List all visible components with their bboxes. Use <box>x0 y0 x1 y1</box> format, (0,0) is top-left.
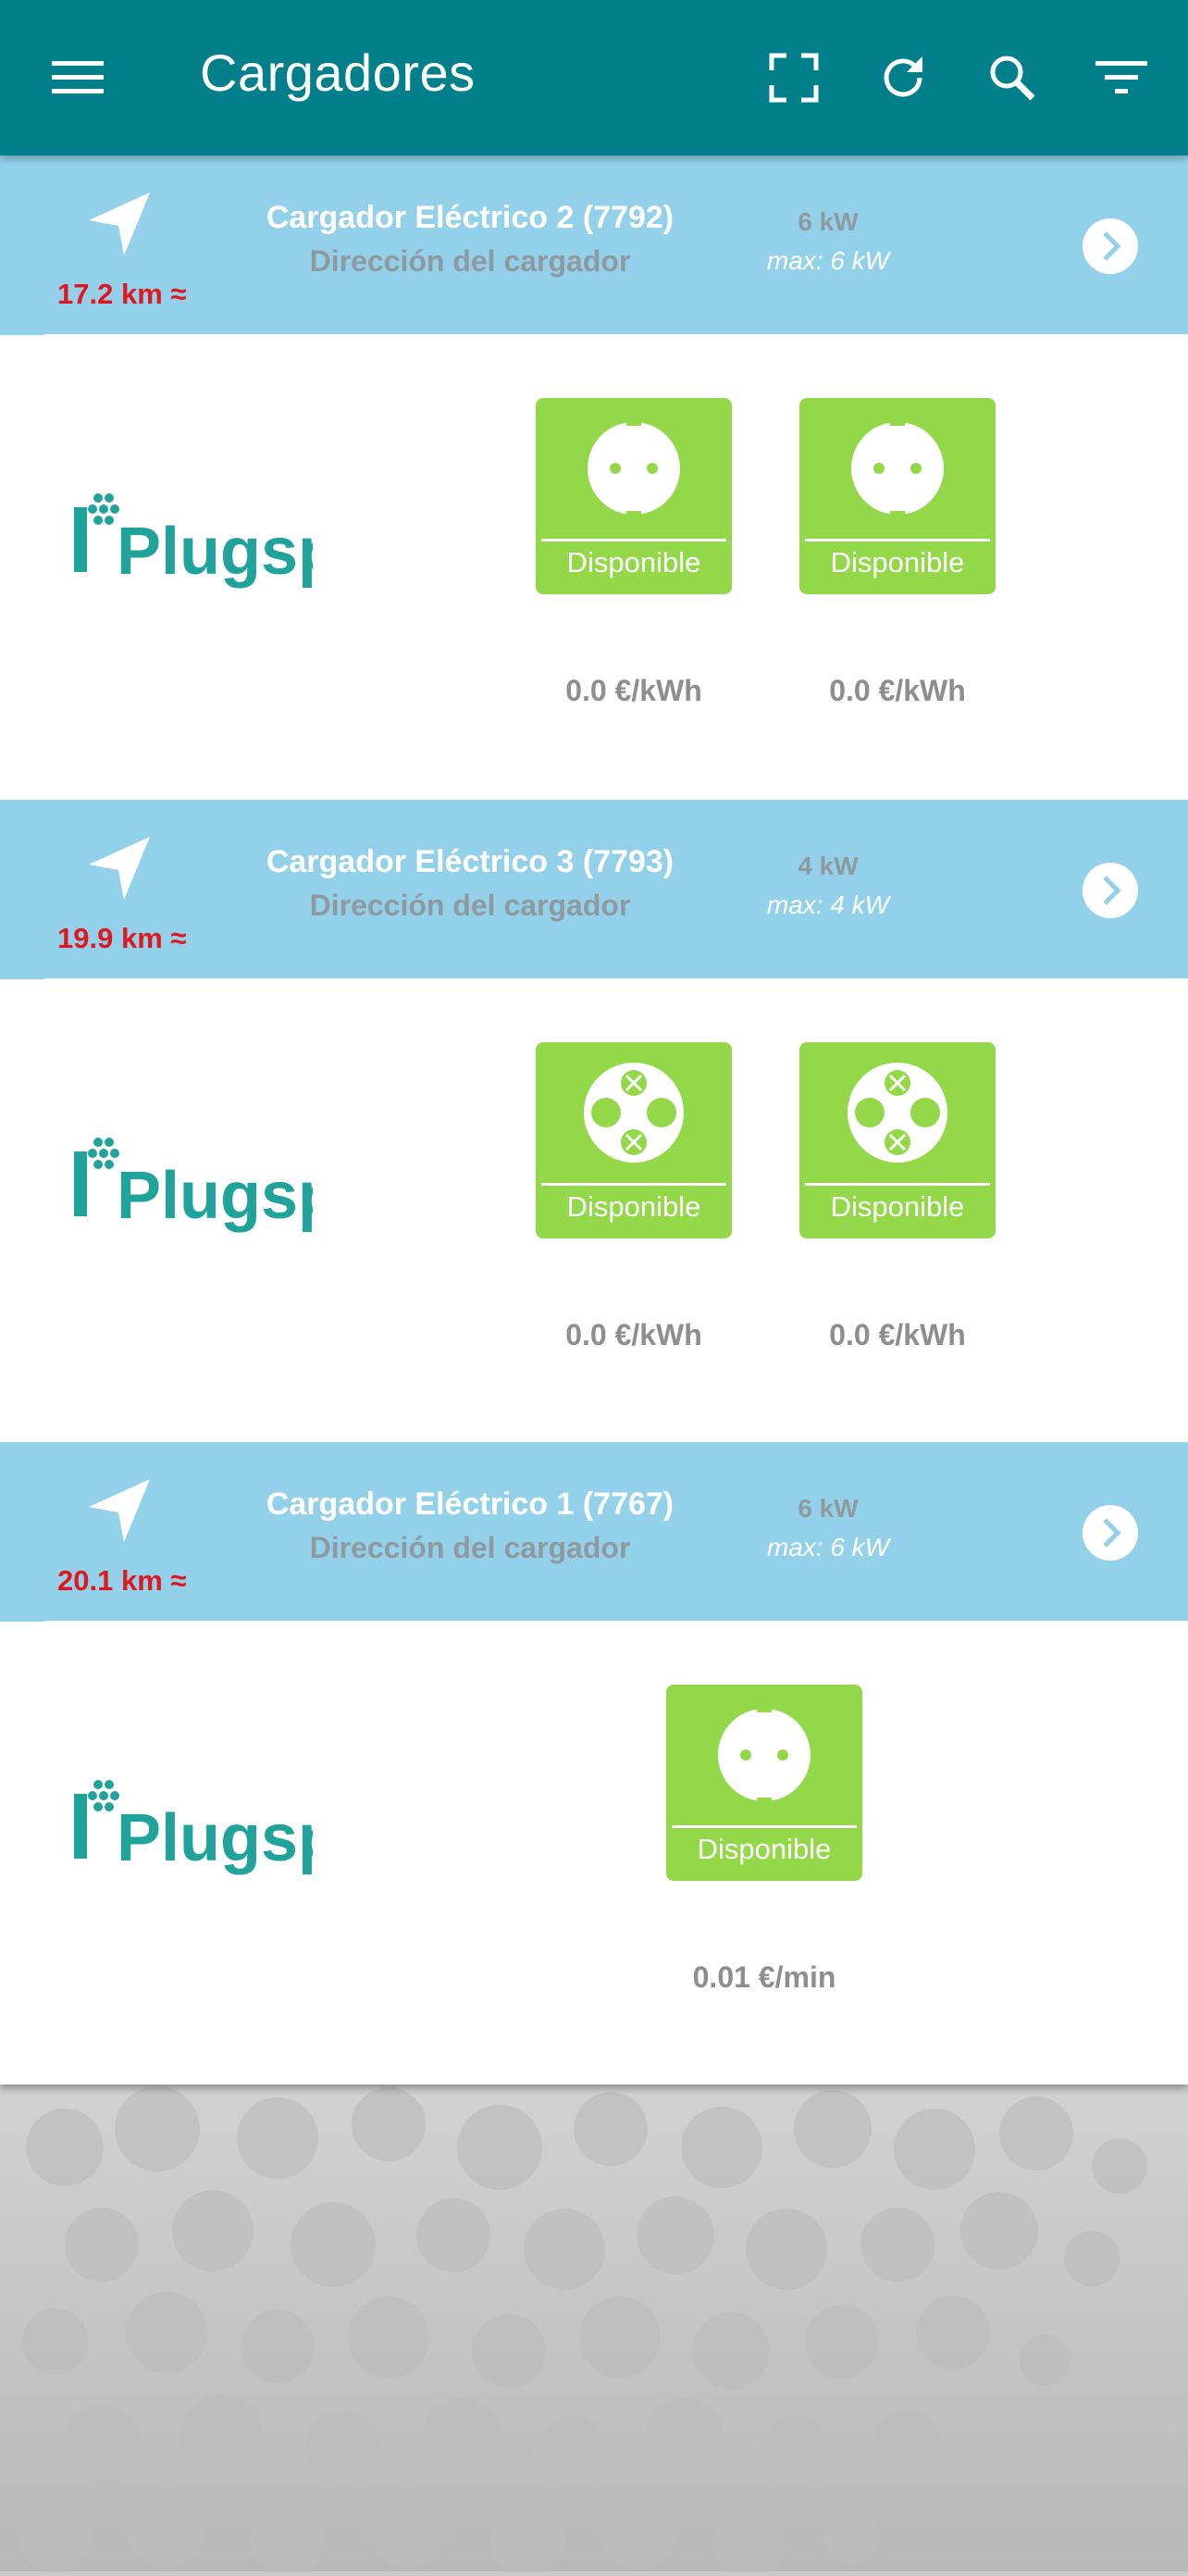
socket-tile[interactable]: Disponible 0.0 €/kWh <box>799 1042 996 1351</box>
divider <box>44 334 1188 337</box>
charger-card[interactable]: 17.2 km ≈ Cargador Eléctrico 2 (7792) Di… <box>0 156 1188 798</box>
divider <box>672 1825 857 1828</box>
socket-price: 0.0 €/kWh <box>565 1318 702 1351</box>
operator-logo: Plugspot <box>72 481 402 602</box>
charger-max-power: max: 6 kW <box>766 246 890 275</box>
socket-status: Disponible <box>830 546 965 579</box>
socket-tile[interactable]: Disponible 0.0 €/kWh <box>536 398 732 707</box>
charger-header[interactable]: 20.1 km ≈ Cargador Eléctrico 1 (7767) Di… <box>0 1442 1188 1624</box>
distance-label: 17.2 km ≈ <box>57 278 187 310</box>
charger-card[interactable]: 19.9 km ≈ Cargador Eléctrico 3 (7793) Di… <box>0 800 1188 1442</box>
socket-status-tile[interactable]: Disponible <box>536 398 732 594</box>
refresh-icon[interactable] <box>870 44 936 111</box>
svg-text:Plugspot: Plugspot <box>117 1801 313 1875</box>
socket-status-tile[interactable]: Disponible <box>799 398 996 594</box>
operator-logo: Plugspot <box>72 1768 402 1888</box>
charger-header[interactable]: 19.9 km ≈ Cargador Eléctrico 3 (7793) Di… <box>0 800 1188 981</box>
app-bar: Cargadores <box>0 0 1188 156</box>
filter-icon[interactable] <box>1088 44 1155 111</box>
socket-price: 0.01 €/min <box>692 1960 836 1994</box>
charger-name: Cargador Eléctrico 1 (7767) <box>266 1487 674 1522</box>
divider <box>44 978 1188 981</box>
svg-text:Plugspot: Plugspot <box>117 515 313 589</box>
socket-status: Disponible <box>830 1190 965 1223</box>
charger-header[interactable]: 17.2 km ≈ Cargador Eléctrico 2 (7792) Di… <box>0 156 1188 337</box>
navigation-arrow-icon[interactable] <box>78 828 159 909</box>
divider <box>805 1183 990 1186</box>
socket-price: 0.0 €/kWh <box>829 674 966 707</box>
socket-tile[interactable]: Disponible 0.01 €/min <box>666 1685 862 1994</box>
operator-logo: Plugspot <box>72 1126 402 1246</box>
chevron-right-icon <box>1103 876 1121 905</box>
background-pattern <box>0 2083 1188 2576</box>
socket-tile[interactable]: Disponible 0.0 €/kWh <box>799 398 996 707</box>
chevron-right-icon <box>1103 231 1121 261</box>
socket-status: Disponible <box>566 1190 701 1223</box>
distance-label: 20.1 km ≈ <box>57 1564 187 1597</box>
socket-status-tile[interactable]: Disponible <box>536 1042 732 1238</box>
navigation-arrow-icon[interactable] <box>78 183 159 265</box>
open-charger-button[interactable] <box>1083 863 1138 918</box>
charger-address: Dirección del cargador <box>309 889 631 922</box>
charger-max-power: max: 4 kW <box>766 890 890 919</box>
charger-address: Dirección del cargador <box>309 244 631 278</box>
type2-plug-icon <box>584 1063 684 1163</box>
socket-tile[interactable]: Disponible 0.0 €/kWh <box>536 1042 732 1351</box>
divider <box>541 1183 726 1186</box>
fullscreen-icon[interactable] <box>761 44 827 111</box>
charger-card[interactable]: 20.1 km ≈ Cargador Eléctrico 1 (7767) Di… <box>0 1442 1188 2084</box>
socket-price: 0.0 €/kWh <box>565 674 702 707</box>
schuko-plug-icon <box>588 417 680 520</box>
search-icon[interactable] <box>979 44 1046 111</box>
charger-name: Cargador Eléctrico 3 (7793) <box>266 844 674 879</box>
type2-plug-icon <box>848 1063 947 1163</box>
distance-label: 19.9 km ≈ <box>57 922 187 954</box>
schuko-plug-icon <box>851 417 944 520</box>
socket-status: Disponible <box>566 546 701 579</box>
svg-text:Plugspot: Plugspot <box>117 1159 313 1233</box>
schuko-plug-icon <box>718 1703 811 1807</box>
navigation-arrow-icon[interactable] <box>78 1470 159 1551</box>
chevron-right-icon <box>1103 1518 1121 1548</box>
charger-power: 6 kW <box>798 207 859 236</box>
divider <box>541 539 726 541</box>
socket-price: 0.0 €/kWh <box>829 1318 966 1351</box>
charger-name: Cargador Eléctrico 2 (7792) <box>266 200 674 235</box>
socket-status-tile[interactable]: Disponible <box>799 1042 996 1238</box>
page-title: Cargadores <box>200 44 476 102</box>
menu-icon[interactable] <box>44 44 111 111</box>
socket-status: Disponible <box>697 1833 832 1865</box>
charger-power: 6 kW <box>798 1494 859 1523</box>
divider <box>805 539 990 541</box>
charger-address: Dirección del cargador <box>309 1531 631 1564</box>
charger-max-power: max: 6 kW <box>766 1533 890 1562</box>
charger-list: 17.2 km ≈ Cargador Eléctrico 2 (7792) Di… <box>0 156 1188 2084</box>
socket-status-tile[interactable]: Disponible <box>666 1685 862 1881</box>
charger-power: 4 kW <box>798 852 859 880</box>
open-charger-button[interactable] <box>1083 1505 1138 1561</box>
divider <box>44 1621 1188 1624</box>
open-charger-button[interactable] <box>1083 218 1138 274</box>
